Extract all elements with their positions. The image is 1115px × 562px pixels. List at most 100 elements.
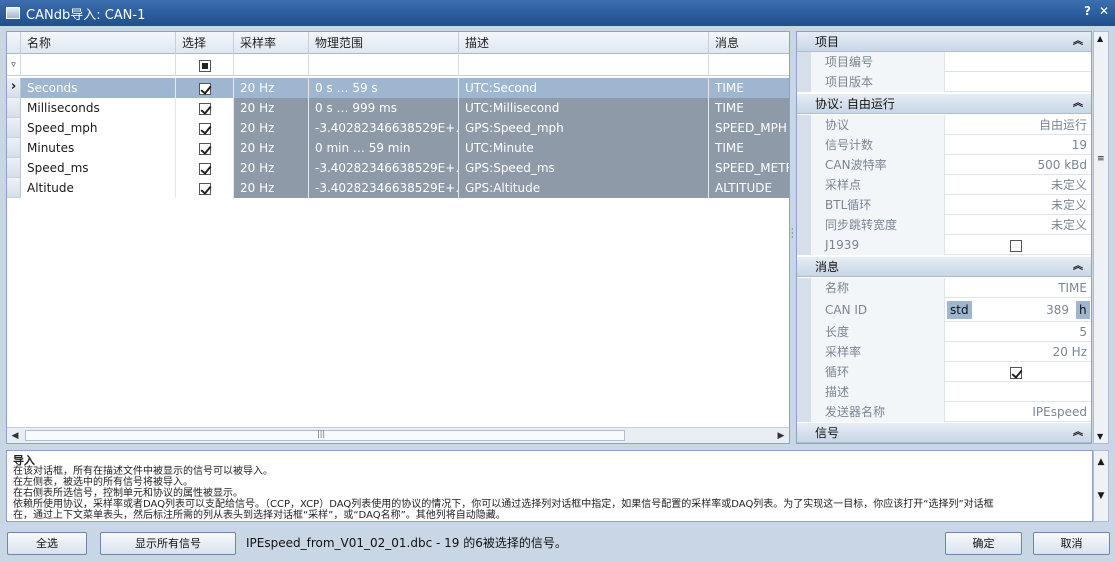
filter-select-checkbox[interactable] (198, 59, 211, 72)
ok-button[interactable]: 确定 (945, 532, 1022, 555)
filter-row: ▿ (7, 54, 789, 76)
can-id-hex-badge[interactable]: h (1076, 301, 1090, 319)
table-row[interactable]: › Seconds 20 Hz 0 s … 59 s UTC:Second TIME (7, 78, 789, 98)
section-message[interactable]: 消息 ︽ (797, 257, 1091, 277)
row-select-checkbox[interactable] (198, 102, 211, 115)
header-corner (7, 32, 21, 54)
col-name[interactable]: 名称 (21, 32, 176, 54)
splitter-handle[interactable]: · · · (791, 226, 795, 242)
cell-msg: TIME (709, 98, 789, 118)
filter-range[interactable] (309, 54, 459, 76)
cell-name: Altitude (21, 178, 176, 198)
grid-header: 名称 选择 采样率 物理范围 描述 消息 (7, 32, 789, 54)
row-select-checkbox[interactable] (198, 182, 211, 195)
cell-range: -3.40282346638529E+… (309, 118, 459, 138)
prop-can-baud: CAN波特率 500 kBd (797, 155, 1091, 175)
scroll-up-icon[interactable]: ▲ (1097, 34, 1103, 43)
filter-select[interactable] (176, 54, 234, 76)
filter-message[interactable] (709, 54, 789, 76)
row-select-checkbox[interactable] (198, 122, 211, 135)
row-selector[interactable] (7, 178, 21, 198)
scroll-right-icon[interactable]: ▶ (773, 429, 789, 443)
prop-j1939: J1939 (797, 235, 1091, 255)
prop-item-no: 项目编号 (797, 52, 1091, 72)
select-all-button[interactable]: 全选 (7, 532, 87, 555)
cell-msg: ALTITUDE (709, 178, 789, 198)
help-scrollbar[interactable]: ▲ ▼ (1093, 450, 1109, 522)
section-protocol[interactable]: 协议: 自由运行 ︽ (797, 94, 1091, 114)
section-protocol-label: 协议: 自由运行 (815, 97, 895, 111)
chevron-up-icon[interactable]: ︽ (1073, 94, 1083, 114)
row-selector[interactable] (7, 98, 21, 118)
j1939-checkbox[interactable] (1010, 239, 1022, 252)
section-signal[interactable]: 信号 ︽ (797, 423, 1091, 443)
select-cell (176, 118, 234, 138)
prop-item-ver: 项目版本 (797, 72, 1091, 92)
cell-rate: 20 Hz (234, 98, 309, 118)
chevron-up-icon[interactable]: ︽ (1073, 257, 1083, 277)
select-cell (176, 98, 234, 118)
col-message[interactable]: 消息 (709, 32, 789, 54)
section-item[interactable]: 项目 ︽ (797, 32, 1091, 52)
cell-msg: TIME (709, 78, 789, 98)
cancel-button[interactable]: 取消 (1033, 532, 1110, 555)
table-row[interactable]: Speed_ms 20 Hz -3.40282346638529E+… GPS:Spe… (7, 158, 789, 178)
cell-desc: GPS:Speed_ms (459, 158, 709, 178)
table-row[interactable]: Speed_mph 20 Hz -3.40282346638529E+… GPS:Sp… (7, 118, 789, 138)
row-select-checkbox[interactable] (198, 82, 211, 95)
scroll-up-icon[interactable]: ▲ (1094, 457, 1108, 467)
row-selector[interactable] (7, 158, 21, 178)
close-icon[interactable]: ✕ (1099, 4, 1109, 18)
table-row[interactable]: Altitude 20 Hz -3.40282346638529E+… GPS:Alt… (7, 178, 789, 198)
col-range[interactable]: 物理范围 (309, 32, 459, 54)
filter-rate[interactable] (234, 54, 309, 76)
chevron-up-icon[interactable]: ︽ (1073, 32, 1083, 52)
properties-panel: 项目 ︽ 项目编号 项目版本 协议: 自由运行 ︽ 协议 自由运行 信号计数 19 CA… (796, 31, 1092, 444)
prop-value[interactable] (945, 72, 1091, 92)
scroll-grip-icon: ≡ (1097, 154, 1105, 164)
select-cell (176, 158, 234, 178)
cell-range: 0 s … 59 s (309, 78, 459, 98)
col-select[interactable]: 选择 (176, 32, 234, 54)
filter-desc[interactable] (459, 54, 709, 76)
select-cell (176, 78, 234, 98)
scroll-down-icon[interactable]: ▼ (1094, 491, 1108, 501)
section-message-label: 消息 (815, 260, 840, 274)
col-desc[interactable]: 描述 (459, 32, 709, 54)
help-icon[interactable]: ? (1084, 4, 1091, 18)
cell-desc: UTC:Second (459, 78, 709, 98)
table-row[interactable]: Minutes 20 Hz 0 min … 59 min UTC:Minute TIME (7, 138, 789, 158)
prop-can-id: CAN ID std 389 h (797, 298, 1091, 322)
row-select-checkbox[interactable] (198, 142, 211, 155)
cell-desc: GPS:Speed_mph (459, 118, 709, 138)
row-selector[interactable] (7, 118, 21, 138)
loop-checkbox[interactable] (1010, 366, 1022, 379)
cell-desc: GPS:Altitude (459, 178, 709, 198)
filter-name[interactable] (21, 54, 176, 76)
row-pointer-icon[interactable]: › (7, 78, 21, 98)
cell-rate: 20 Hz (234, 78, 309, 98)
cell-range: -3.40282346638529E+… (309, 178, 459, 198)
prop-value[interactable] (945, 52, 1091, 72)
cell-range: 0 s … 999 ms (309, 98, 459, 118)
table-row[interactable]: Milliseconds 20 Hz 0 s … 999 ms UTC:Millise… (7, 98, 789, 118)
prop-key: 项目编号 (811, 52, 945, 72)
row-selector[interactable] (7, 138, 21, 158)
scroll-grip-icon: ||| (317, 429, 326, 438)
scroll-left-icon[interactable]: ◀ (7, 429, 23, 443)
cell-name: Seconds (21, 78, 176, 98)
prop-msg-rate: 采样率 20 Hz (797, 342, 1091, 362)
select-cell (176, 138, 234, 158)
chevron-up-icon[interactable]: ︽ (1073, 423, 1083, 443)
scroll-down-icon[interactable]: ▼ (1097, 432, 1103, 441)
show-all-signals-button[interactable]: 显示所有信号 (100, 532, 236, 555)
help-line: 在左侧表，被选中的所有信号将被导入。 (13, 477, 193, 488)
window-title: CANdb导入: CAN-1 (26, 7, 146, 23)
cell-rate: 20 Hz (234, 118, 309, 138)
filter-icon[interactable]: ▿ (7, 54, 21, 76)
col-rate[interactable]: 采样率 (234, 32, 309, 54)
cell-rate: 20 Hz (234, 158, 309, 178)
row-select-checkbox[interactable] (198, 162, 211, 175)
properties-scrollbar[interactable]: ▲ ≡ ▼ (1093, 31, 1109, 444)
horizontal-scrollbar[interactable]: ◀ ||| ▶ (7, 427, 789, 443)
